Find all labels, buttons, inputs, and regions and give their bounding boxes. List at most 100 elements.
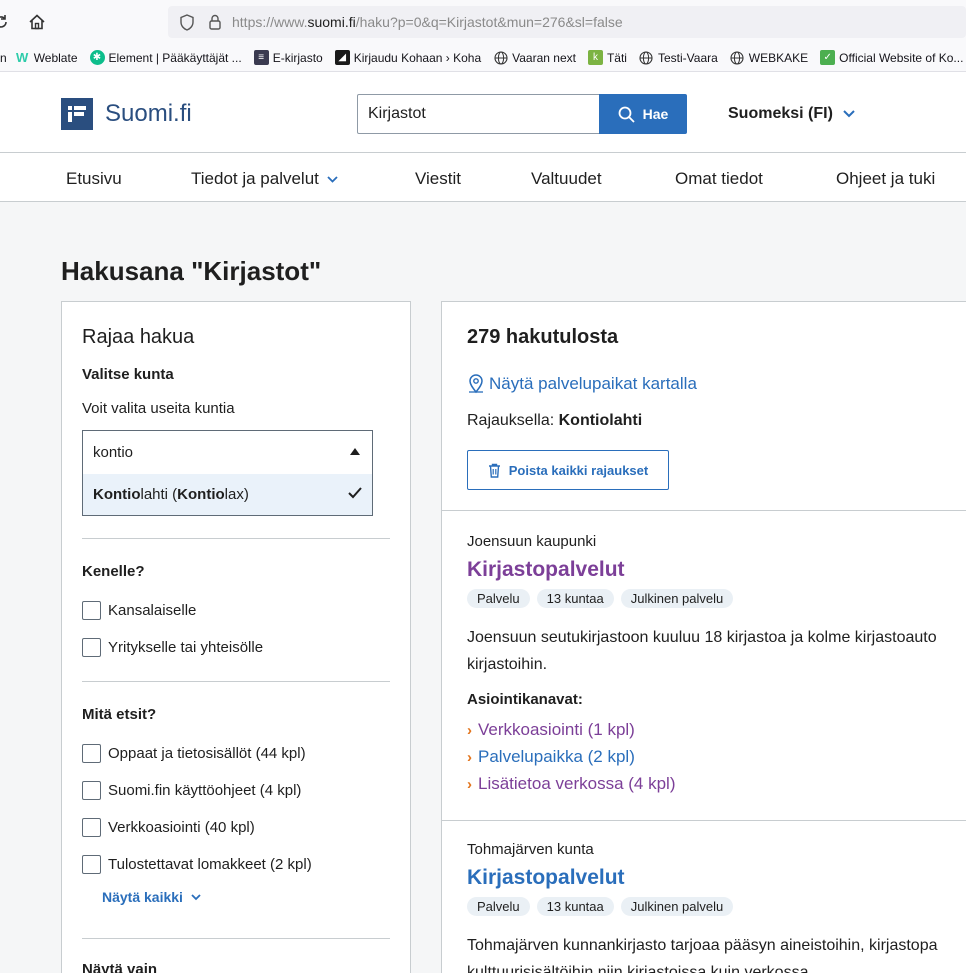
map-pin-icon <box>469 374 483 394</box>
active-filter: Rajauksella: Kontiolahti <box>467 412 643 429</box>
koha-leaf-icon: ✓ <box>820 50 836 65</box>
suomifi-logo[interactable]: Suomi.fi <box>61 98 192 130</box>
chevron-down-icon <box>327 175 338 183</box>
channels-label: Asiointikanavat: <box>467 691 583 708</box>
checkbox-kayttoohjeet[interactable]: Suomi.fin käyttöohjeet (4 kpl) <box>82 781 301 800</box>
lock-icon[interactable] <box>204 11 226 33</box>
bookmark-partial[interactable]: n <box>0 51 7 65</box>
result-description: Joensuun seutukirjastoon kuuluu 18 kirja… <box>467 629 937 673</box>
bookmarks-bar: n W Weblate ✱ Element | Pääkäyttäjät ...… <box>0 44 966 72</box>
checkbox[interactable] <box>82 601 101 620</box>
divider <box>82 938 390 939</box>
checkbox-yritykselle[interactable]: Yritykselle tai yhteisölle <box>82 638 263 657</box>
tag: Julkinen palvelu <box>620 897 734 916</box>
tag: 13 kuntaa <box>536 897 614 916</box>
element-icon: ✱ <box>89 50 105 65</box>
show-all-link[interactable]: Näytä kaikki <box>102 889 201 905</box>
clear-filters-button[interactable]: Poista kaikki rajaukset <box>467 450 669 490</box>
tag: Palvelu <box>467 897 530 916</box>
checkbox[interactable] <box>82 818 101 837</box>
chevron-right-icon: › <box>467 748 472 766</box>
what-label: Mitä etsit? <box>82 706 157 723</box>
results-panel: 279 hakutulosta Näytä palvelupaikat kart… <box>441 301 966 973</box>
municipality-label: Valitse kunta <box>82 366 174 383</box>
for-whom-label: Kenelle? <box>82 563 145 580</box>
result-title-link[interactable]: Kirjastopalvelut <box>467 866 625 890</box>
show-only-label: Näytä vain <box>82 961 158 973</box>
channel-link-verkkoasiointi[interactable]: › Verkkoasiointi (1 kpl) <box>467 720 635 740</box>
result-separator <box>442 510 966 511</box>
main-navigation: Etusivu Tiedot ja palvelut Viestit Valtu… <box>0 153 966 202</box>
municipality-hint: Voit valita useita kuntia <box>82 400 235 417</box>
bookmark-webkake[interactable]: WEBKAKE <box>730 50 808 65</box>
checkbox[interactable] <box>82 744 101 763</box>
chevron-down-icon <box>191 893 201 900</box>
url-text[interactable]: https://www.suomi.fi/haku?p=0&q=Kirjasto… <box>232 14 623 30</box>
filter-panel: Rajaa hakua Valitse kunta Voit valita us… <box>61 301 411 973</box>
chevron-down-icon <box>843 110 855 118</box>
tag: 13 kuntaa <box>536 589 614 608</box>
checkbox[interactable] <box>82 781 101 800</box>
checkbox-kansalaiselle[interactable]: Kansalaiselle <box>82 601 196 620</box>
result-description: Tohmajärven kunnankirjasto tarjoaa pääsy… <box>467 937 938 973</box>
search-button[interactable]: Hae <box>599 94 687 134</box>
result-organization: Tohmajärven kunta <box>467 841 594 858</box>
chevron-right-icon: › <box>467 775 472 793</box>
chevron-right-icon: › <box>467 721 472 739</box>
reload-icon[interactable] <box>0 7 16 37</box>
language-selector[interactable]: Suomeksi (FI) <box>728 105 855 123</box>
municipality-combobox: kontio Kontiolahti (Kontiolax) <box>82 430 373 516</box>
bookmark-testi-vaara[interactable]: Testi-Vaara <box>639 50 718 65</box>
nav-tiedot-ja-palvelut[interactable]: Tiedot ja palvelut <box>191 169 338 189</box>
result-tags: Palvelu 13 kuntaa Julkinen palvelu <box>467 897 740 916</box>
trash-icon <box>488 463 500 478</box>
nav-omat-tiedot[interactable]: Omat tiedot <box>675 169 763 189</box>
weblate-icon: W <box>16 50 29 65</box>
page-title: Hakusana "Kirjastot" <box>61 256 322 286</box>
bookmark-weblate[interactable]: W Weblate <box>15 50 77 65</box>
bookmark-official-koha[interactable]: ✓ Official Website of Ko... <box>820 50 963 65</box>
channel-link-palvelupaikka[interactable]: › Palvelupaikka (2 kpl) <box>467 747 635 767</box>
checkbox-oppaat[interactable]: Oppaat ja tietosisällöt (44 kpl) <box>82 744 306 763</box>
browser-toolbar: https://www.suomi.fi/haku?p=0&q=Kirjasto… <box>0 0 966 44</box>
checkbox[interactable] <box>82 638 101 657</box>
channel-link-lisatietoa[interactable]: › Lisätietoa verkossa (4 kpl) <box>467 774 675 794</box>
municipality-option-kontiolahti[interactable]: Kontiolahti (Kontiolax) <box>83 474 372 515</box>
result-tags: Palvelu 13 kuntaa Julkinen palvelu <box>467 589 740 608</box>
nav-ohjeet-ja-tuki[interactable]: Ohjeet ja tuki <box>836 169 935 189</box>
search-input[interactable]: Kirjastot <box>357 94 600 134</box>
divider <box>82 538 390 539</box>
bookmark-koha[interactable]: ◢ Kirjaudu Kohaan › Koha <box>334 50 481 65</box>
checkmark-icon <box>348 487 362 499</box>
bookmark-ekirjasto[interactable]: ≡ E-kirjasto <box>253 50 323 65</box>
bookmark-element[interactable]: ✱ Element | Pääkäyttäjät ... <box>89 50 242 65</box>
filter-heading: Rajaa hakua <box>82 326 195 348</box>
ekirjasto-icon: ≡ <box>253 50 269 65</box>
map-link[interactable]: Näytä palvelupaikat kartalla <box>467 374 697 394</box>
municipality-input[interactable]: kontio <box>83 431 372 474</box>
checkbox[interactable] <box>82 855 101 874</box>
caret-up-icon[interactable] <box>350 448 360 455</box>
bookmark-tati[interactable]: k Täti <box>587 50 627 65</box>
site-header: Suomi.fi Kirjastot Hae Suomeksi (FI) <box>0 72 966 153</box>
result-title-link[interactable]: Kirjastopalvelut <box>467 558 625 582</box>
nav-valtuudet[interactable]: Valtuudet <box>531 169 602 189</box>
result-count: 279 hakutulosta <box>467 326 619 348</box>
checkbox-verkkoasiointi[interactable]: Verkkoasiointi (40 kpl) <box>82 818 255 837</box>
bookmark-vaaran-next[interactable]: Vaaran next <box>493 50 576 65</box>
divider <box>82 681 390 682</box>
home-icon[interactable] <box>22 7 52 37</box>
address-bar[interactable]: https://www.suomi.fi/haku?p=0&q=Kirjasto… <box>168 6 966 38</box>
nav-viestit[interactable]: Viestit <box>415 169 461 189</box>
tati-icon: k <box>587 50 603 65</box>
shield-icon[interactable] <box>176 11 198 33</box>
search-icon <box>618 106 635 123</box>
checkbox-lomakkeet[interactable]: Tulostettavat lomakkeet (2 kpl) <box>82 855 312 874</box>
logo-text: Suomi.fi <box>105 100 192 127</box>
result-separator <box>442 820 966 821</box>
result-organization: Joensuun kaupunki <box>467 533 597 550</box>
tag: Palvelu <box>467 589 530 608</box>
koha-icon: ◢ <box>334 50 350 65</box>
nav-etusivu[interactable]: Etusivu <box>66 169 122 189</box>
globe-icon <box>730 50 745 65</box>
